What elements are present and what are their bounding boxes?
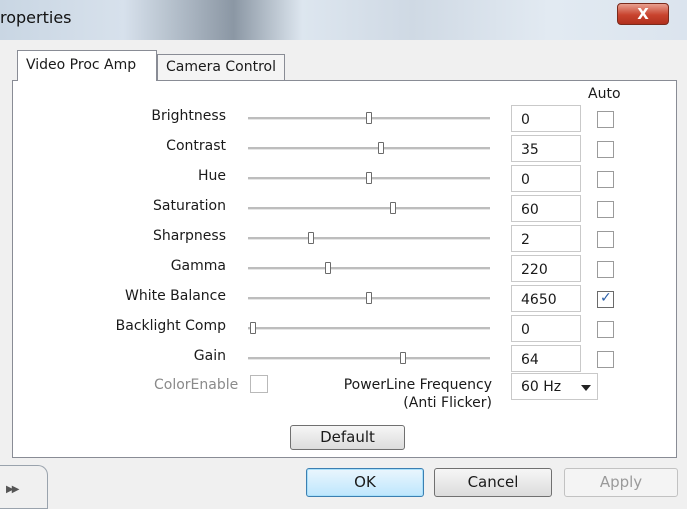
saturation-slider[interactable] (248, 202, 490, 214)
powerline-frequency-label: PowerLine Frequency (Anti Flicker) (320, 376, 492, 412)
brightness-slider-thumb[interactable] (366, 112, 372, 124)
sharpness-slider-thumb[interactable] (308, 232, 314, 244)
powerline-selected-value: 60 Hz (521, 379, 562, 395)
apply-button[interactable]: Apply (564, 468, 678, 497)
sharpness-auto-checkbox[interactable] (597, 231, 614, 248)
window-title: roperties (0, 8, 72, 27)
white-balance-value-field[interactable]: 4650 (511, 285, 581, 312)
close-icon: X (637, 5, 649, 23)
hue-label: Hue (197, 168, 226, 184)
contrast-auto-checkbox[interactable] (597, 141, 614, 158)
close-button[interactable]: X (617, 3, 669, 25)
hue-slider[interactable] (248, 172, 490, 184)
sharpness-label: Sharpness (152, 228, 226, 244)
white-balance-label: White Balance (125, 288, 226, 304)
sharpness-value-field[interactable]: 2 (511, 225, 581, 252)
powerline-label-line1: PowerLine Frequency (343, 377, 492, 393)
gain-slider[interactable] (248, 352, 490, 364)
brightness-label: Brightness (151, 108, 226, 124)
checkmark-icon: ✓ (600, 290, 612, 306)
backlight-comp-value-field[interactable]: 0 (511, 315, 581, 342)
double-chevron-right-icon: ▶▶ (6, 484, 19, 495)
gamma-slider[interactable] (248, 262, 490, 274)
saturation-slider-thumb[interactable] (390, 202, 396, 214)
brightness-auto-checkbox[interactable] (597, 111, 614, 128)
white-balance-slider[interactable] (248, 292, 490, 304)
expand-panel-toggle[interactable]: ▶▶ (0, 465, 48, 509)
backlight-comp-auto-checkbox[interactable] (597, 321, 614, 338)
white-balance-slider-thumb[interactable] (366, 292, 372, 304)
sharpness-slider[interactable] (248, 232, 490, 244)
dropdown-arrow-icon (581, 385, 591, 391)
contrast-slider-thumb[interactable] (378, 142, 384, 154)
saturation-value-field[interactable]: 60 (511, 195, 581, 222)
white-balance-auto-checkbox[interactable]: ✓ (597, 290, 614, 308)
contrast-value-field[interactable]: 35 (511, 135, 581, 162)
ok-button[interactable]: OK (306, 468, 424, 497)
gamma-auto-checkbox[interactable] (597, 261, 614, 278)
saturation-label: Saturation (153, 198, 226, 214)
tab-camera-control[interactable]: Camera Control (157, 54, 285, 80)
contrast-slider[interactable] (248, 142, 490, 154)
gain-slider-thumb[interactable] (400, 352, 406, 364)
backlight-comp-label: Backlight Comp (115, 318, 226, 334)
contrast-label: Contrast (166, 138, 226, 154)
gamma-label: Gamma (170, 258, 226, 274)
gain-value-field[interactable]: 64 (511, 345, 581, 372)
gain-label: Gain (193, 348, 226, 364)
color-enable-checkbox[interactable] (250, 375, 268, 393)
cancel-button[interactable]: Cancel (434, 468, 552, 497)
gamma-slider-thumb[interactable] (325, 262, 331, 274)
brightness-slider[interactable] (248, 112, 490, 124)
gain-auto-checkbox[interactable] (597, 351, 614, 368)
tab-video-proc-amp[interactable]: Video Proc Amp (17, 50, 157, 81)
saturation-auto-checkbox[interactable] (597, 201, 614, 218)
auto-column-header: Auto (588, 86, 621, 102)
title-bar: roperties X (0, 0, 687, 40)
hue-slider-thumb[interactable] (366, 172, 372, 184)
hue-auto-checkbox[interactable] (597, 171, 614, 188)
powerline-frequency-select[interactable]: 60 Hz (511, 373, 598, 400)
brightness-value-field[interactable]: 0 (511, 105, 581, 132)
default-button[interactable]: Default (290, 425, 405, 450)
color-enable-label: ColorEnable (154, 377, 239, 393)
powerline-label-line2: (Anti Flicker) (403, 395, 492, 411)
gamma-value-field[interactable]: 220 (511, 255, 581, 282)
backlight-comp-slider-thumb[interactable] (250, 322, 256, 334)
hue-value-field[interactable]: 0 (511, 165, 581, 192)
backlight-comp-slider[interactable] (248, 322, 490, 334)
